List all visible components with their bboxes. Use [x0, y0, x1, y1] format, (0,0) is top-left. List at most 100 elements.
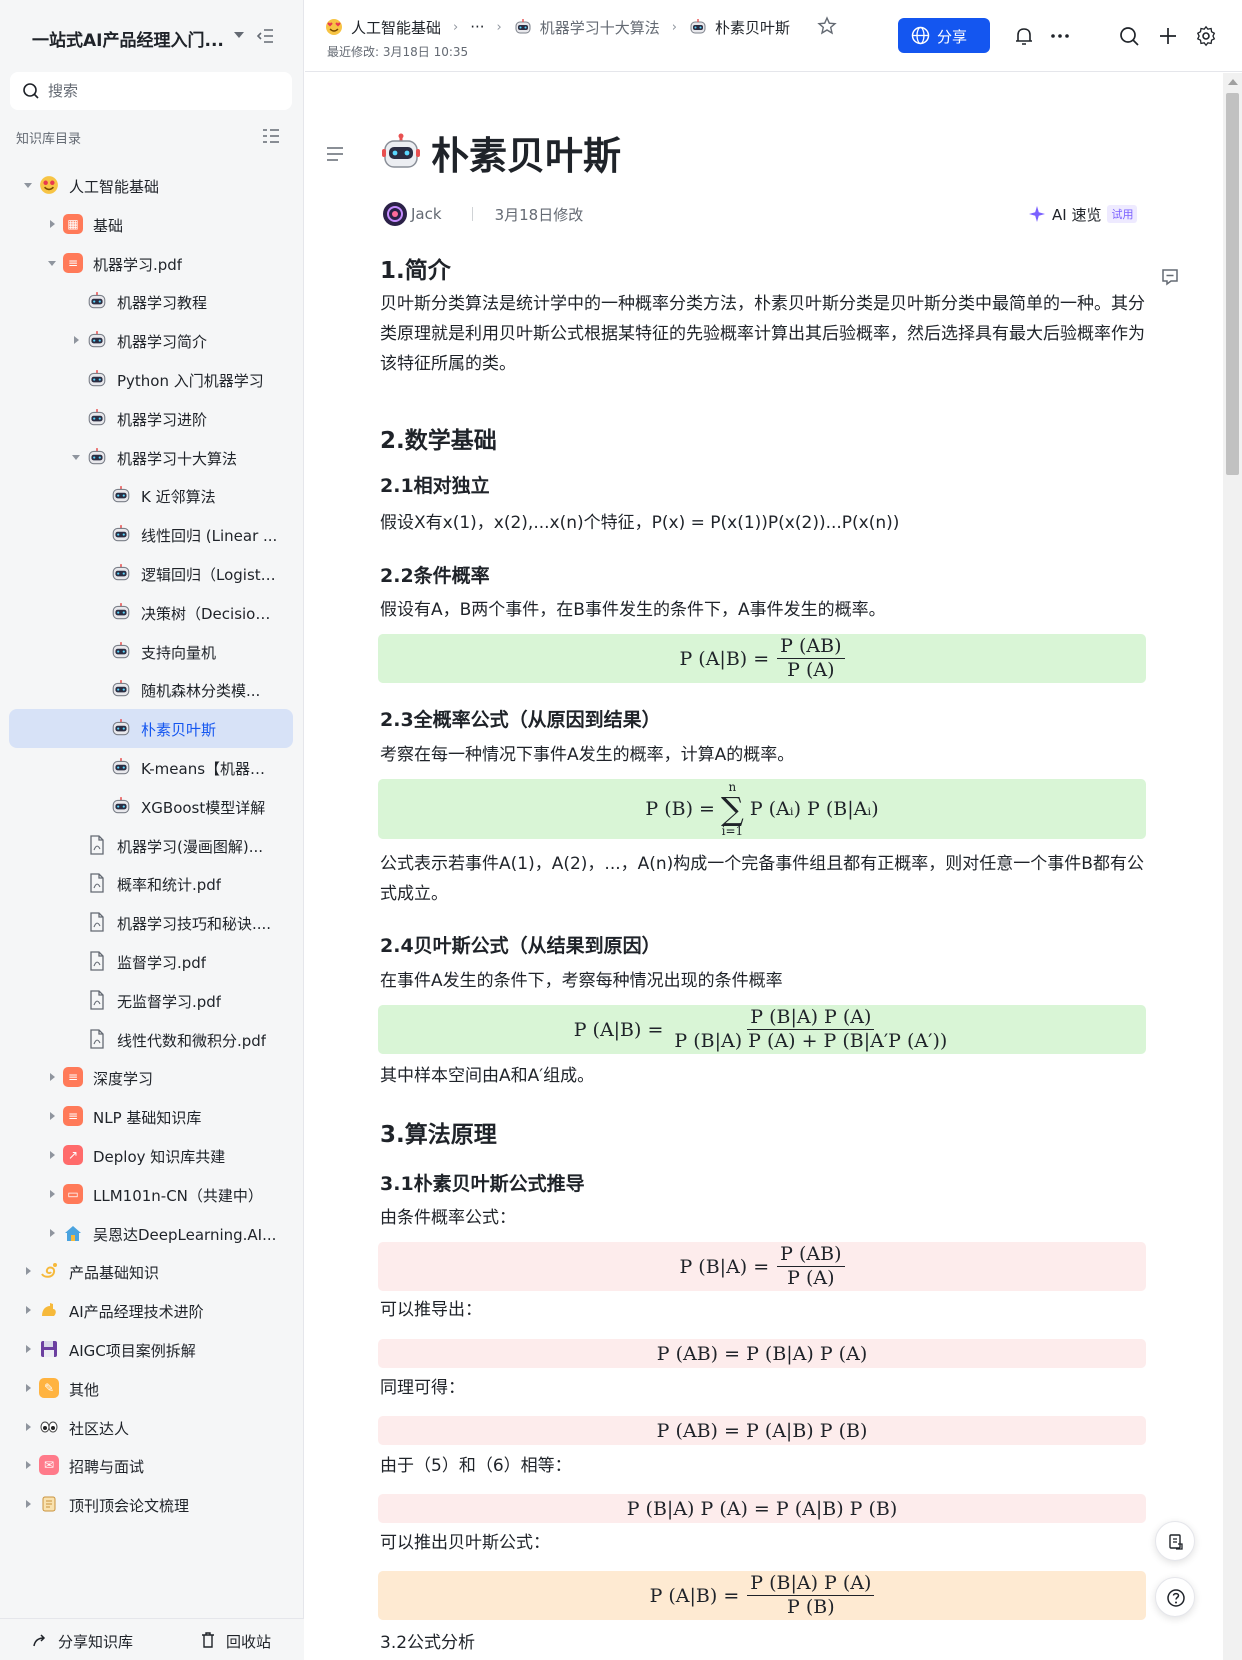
sidebar-item[interactable]: 吴恩达DeepLearning.AI...: [9, 1214, 293, 1253]
caret-right-icon[interactable]: [23, 1460, 33, 1470]
scroll-thumb[interactable]: [1226, 93, 1239, 475]
robot-icon: [515, 19, 531, 34]
sidebar-item[interactable]: 产品基础知识: [9, 1252, 293, 1291]
caret-right-icon[interactable]: [23, 1422, 33, 1432]
sidebar-item-label: LLM101n-CN（共建中）: [93, 1186, 263, 1205]
sidebar-item[interactable]: 机器学习进阶: [9, 399, 293, 438]
template-button[interactable]: [1155, 1521, 1195, 1561]
caret-right-icon[interactable]: [47, 1150, 57, 1160]
sidebar-item[interactable]: 线性代数和微积分.pdf: [9, 1020, 293, 1059]
caret-right-icon[interactable]: [71, 335, 81, 345]
sidebar-item[interactable]: ▭ LLM101n-CN（共建中）: [9, 1175, 293, 1214]
monitor-icon: ▭: [63, 1183, 83, 1204]
caret-right-icon[interactable]: [23, 1305, 33, 1315]
sidebar-item[interactable]: 逻辑回归（Logisti...: [9, 554, 293, 593]
sidebar-item[interactable]: 决策树（Decision...: [9, 593, 293, 632]
sidebar-item-label: 机器学习(漫画图解)...: [117, 837, 264, 856]
trial-badge: 试用: [1107, 205, 1138, 223]
sidebar-item[interactable]: 随机森林分类模...: [9, 670, 293, 709]
formula-b-given-a: P (B|A) = P (AB) P (A): [378, 1242, 1146, 1291]
robot-icon: [111, 718, 131, 738]
sidebar-item[interactable]: ↗ Deploy 知识库共建: [9, 1136, 293, 1175]
star-icon[interactable]: [817, 16, 837, 36]
plus-icon[interactable]: [1157, 25, 1179, 47]
ai-summary-button[interactable]: AI 速览 试用: [1028, 201, 1138, 227]
book-icon: ≡: [63, 1067, 83, 1088]
sidebar-item[interactable]: ≡ 深度学习: [9, 1058, 293, 1097]
sidebar-item[interactable]: 支持向量机: [9, 632, 293, 671]
bell-icon[interactable]: [1013, 25, 1035, 47]
share-button[interactable]: 分享: [898, 18, 990, 53]
sidebar-item[interactable]: ✉ 招聘与面试: [9, 1446, 293, 1485]
sidebar-item[interactable]: 机器学习(漫画图解)...: [9, 826, 293, 865]
caret-right-icon[interactable]: [47, 1072, 57, 1082]
sidebar-item-label: 机器学习.pdf: [93, 255, 183, 274]
robot-icon: [111, 641, 131, 661]
sidebar-item[interactable]: 机器学习技巧和秘诀....: [9, 903, 293, 942]
breadcrumb-ellipsis[interactable]: ···: [470, 18, 484, 36]
outline-toggle-icon[interactable]: [262, 128, 280, 144]
caret-right-icon[interactable]: [23, 1499, 33, 1509]
caret-right-icon[interactable]: [47, 1228, 57, 1238]
paragraph-intro: 贝叶斯分类算法是统计学中的一种概率分类方法，朴素贝叶斯分类是贝叶斯分类中最简单的…: [380, 294, 1145, 374]
breadcrumb-item-root[interactable]: 人工智能基础: [325, 17, 441, 38]
search-box[interactable]: [10, 72, 292, 110]
caret-right-icon[interactable]: [23, 1344, 33, 1354]
collapse-sidebar-icon[interactable]: [256, 26, 276, 46]
sidebar-item[interactable]: ≡ 机器学习.pdf: [9, 244, 293, 283]
help-button[interactable]: [1155, 1577, 1195, 1617]
sidebar-item[interactable]: 概率和统计.pdf: [9, 864, 293, 903]
caret-right-icon[interactable]: [23, 1383, 33, 1393]
sidebar-item-label: 支持向量机: [141, 643, 217, 662]
pdf-icon: [87, 834, 107, 855]
sidebar-item[interactable]: 社区达人: [9, 1408, 293, 1447]
sidebar-item[interactable]: ✎ 其他: [9, 1369, 293, 1408]
search-input[interactable]: [48, 78, 278, 104]
sidebar-item[interactable]: K-means【机器学...: [9, 748, 293, 787]
sidebar-item[interactable]: 监督学习.pdf: [9, 942, 293, 981]
sidebar-item[interactable]: AIGC项目案例拆解: [9, 1330, 293, 1369]
sidebar-item-label: 机器学习进阶: [117, 410, 208, 429]
more-icon[interactable]: [1049, 25, 1071, 47]
sidebar-item[interactable]: 无监督学习.pdf: [9, 981, 293, 1020]
book-icon: ≡: [63, 252, 83, 273]
gear-icon[interactable]: [1195, 25, 1217, 47]
breadcrumb-item-current[interactable]: 朴素贝叶斯: [689, 17, 790, 38]
caret-down-icon[interactable]: [71, 452, 81, 462]
knowledge-base-title[interactable]: 一站式AI产品经理入门...: [32, 26, 224, 51]
sidebar-item[interactable]: Python 入门机器学习: [9, 360, 293, 399]
search-icon[interactable]: [1118, 25, 1140, 47]
sidebar-item[interactable]: ≡ NLP 基础知识库: [9, 1097, 293, 1136]
caret-right-icon[interactable]: [47, 1189, 57, 1199]
chevron-right-icon: ›: [671, 19, 677, 35]
author-name[interactable]: Jack: [411, 205, 442, 223]
doc-meta: Jack 3月18日修改: [383, 201, 583, 227]
caret-right-icon[interactable]: [23, 1266, 33, 1276]
avatar[interactable]: [383, 202, 407, 226]
sidebar-item[interactable]: 线性回归 (Linear ...: [9, 515, 293, 554]
sidebar-item[interactable]: ▦ 基础: [9, 205, 293, 244]
caret-down-icon[interactable]: [232, 28, 246, 42]
breadcrumb-item-parent[interactable]: 机器学习十大算法: [514, 17, 660, 38]
caret-down-icon[interactable]: [23, 180, 33, 190]
comment-icon[interactable]: [1160, 267, 1180, 287]
scroll-up-icon[interactable]: [1228, 79, 1238, 85]
sidebar-item[interactable]: 人工智能基础: [9, 166, 293, 205]
caret-right-icon[interactable]: [47, 219, 57, 229]
outline-icon[interactable]: [325, 145, 345, 163]
mail-icon: ✉: [39, 1455, 59, 1476]
sidebar-item[interactable]: K 近邻算法: [9, 476, 293, 515]
caret-down-icon[interactable]: [47, 258, 57, 268]
sidebar-item[interactable]: AI产品经理技术进阶: [9, 1291, 293, 1330]
sidebar-item[interactable]: 机器学习教程: [9, 282, 293, 321]
sidebar-item[interactable]: XGBoost模型详解: [9, 787, 293, 826]
caret-right-icon[interactable]: [47, 1111, 57, 1121]
scrollbar[interactable]: [1223, 73, 1242, 1660]
formula-lhs: P (B|A) =: [679, 1255, 770, 1278]
sidebar-item[interactable]: 机器学习十大算法: [9, 438, 293, 477]
sidebar-item-label: 随机森林分类模...: [141, 682, 261, 701]
heart-eyes-icon: [326, 19, 342, 35]
sidebar-item[interactable]: 顶刊顶会论文梳理: [9, 1485, 293, 1524]
sidebar-item[interactable]: 朴素贝叶斯: [9, 709, 293, 749]
sidebar-item[interactable]: 机器学习简介: [9, 321, 293, 360]
